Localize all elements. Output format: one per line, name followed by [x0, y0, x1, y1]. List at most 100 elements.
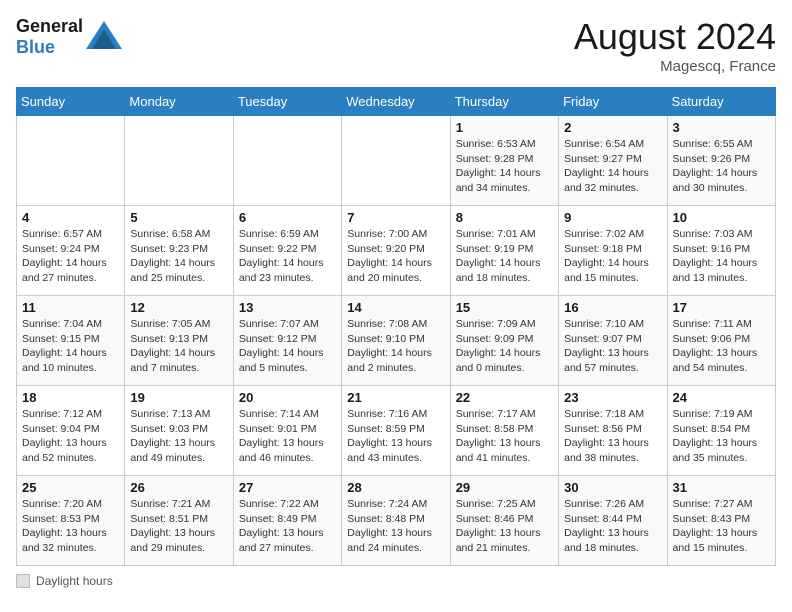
- legend-box: [16, 574, 30, 588]
- day-number: 15: [456, 300, 553, 315]
- calendar-cell: [125, 116, 233, 206]
- cell-content: Sunrise: 7:22 AM Sunset: 8:49 PM Dayligh…: [239, 497, 336, 556]
- calendar-cell: 28 Sunrise: 7:24 AM Sunset: 8:48 PM Dayli…: [342, 476, 450, 566]
- calendar-cell: 29Sunrise: 7:25 AM Sunset: 8:46 PM Dayli…: [450, 476, 558, 566]
- day-number: 13: [239, 300, 336, 315]
- cell-content: Sunrise: 7:03 AM Sunset: 9:16 PM Dayligh…: [673, 227, 770, 286]
- logo: General Blue: [16, 16, 122, 57]
- day-number: 25: [22, 480, 119, 495]
- day-number: 28: [347, 480, 444, 495]
- calendar-cell: 14Sunrise: 7:08 AM Sunset: 9:10 PM Dayli…: [342, 296, 450, 386]
- calendar-cell: 7Sunrise: 7:00 AM Sunset: 9:20 PM Daylig…: [342, 206, 450, 296]
- cell-content: Sunrise: 6:55 AM Sunset: 9:26 PM Dayligh…: [673, 137, 770, 196]
- calendar-cell: [342, 116, 450, 206]
- day-number: 11: [22, 300, 119, 315]
- calendar-header-row: SundayMondayTuesdayWednesdayThursdayFrid…: [17, 88, 776, 116]
- calendar-cell: 21 Sunrise: 7:16 AM Sunset: 8:59 PM Dayli…: [342, 386, 450, 476]
- cell-content: Sunrise: 7:04 AM Sunset: 9:15 PM Dayligh…: [22, 317, 119, 376]
- day-number: 8: [456, 210, 553, 225]
- day-number: 24: [673, 390, 770, 405]
- cell-content: Sunrise: 7:12 AM Sunset: 9:04 PM Dayligh…: [22, 407, 119, 466]
- calendar-week-row: 18 Sunrise: 7:12 AM Sunset: 9:04 PM Dayli…: [17, 386, 776, 476]
- cell-content: Sunrise: 7:05 AM Sunset: 9:13 PM Dayligh…: [130, 317, 227, 376]
- cell-content: Sunrise: 6:58 AM Sunset: 9:23 PM Dayligh…: [130, 227, 227, 286]
- day-number: 17: [673, 300, 770, 315]
- day-number: 18: [22, 390, 119, 405]
- day-number: 6: [239, 210, 336, 225]
- logo-line2: Blue: [16, 37, 83, 58]
- cell-content: Sunrise: 6:54 AM Sunset: 9:27 PM Dayligh…: [564, 137, 661, 196]
- logo-icon: [86, 21, 122, 53]
- day-number: 10: [673, 210, 770, 225]
- calendar-cell: 3 Sunrise: 6:55 AM Sunset: 9:26 PM Daylig…: [667, 116, 775, 206]
- day-number: 9: [564, 210, 661, 225]
- weekday-header: Monday: [125, 88, 233, 116]
- calendar-cell: [17, 116, 125, 206]
- day-number: 4: [22, 210, 119, 225]
- calendar-cell: 11 Sunrise: 7:04 AM Sunset: 9:15 PM Dayli…: [17, 296, 125, 386]
- cell-content: Sunrise: 7:14 AM Sunset: 9:01 PM Dayligh…: [239, 407, 336, 466]
- calendar-title: August 2024 Magescq, France: [574, 16, 776, 75]
- day-number: 3: [673, 120, 770, 135]
- weekday-header: Wednesday: [342, 88, 450, 116]
- day-number: 16: [564, 300, 661, 315]
- calendar-cell: 10 Sunrise: 7:03 AM Sunset: 9:16 PM Dayli…: [667, 206, 775, 296]
- day-number: 20: [239, 390, 336, 405]
- calendar-cell: 27 Sunrise: 7:22 AM Sunset: 8:49 PM Dayli…: [233, 476, 341, 566]
- day-number: 19: [130, 390, 227, 405]
- calendar-cell: [233, 116, 341, 206]
- cell-content: Sunrise: 7:09 AM Sunset: 9:09 PM Dayligh…: [456, 317, 553, 376]
- weekday-header: Friday: [559, 88, 667, 116]
- cell-content: Sunrise: 7:02 AM Sunset: 9:18 PM Dayligh…: [564, 227, 661, 286]
- cell-content: Sunrise: 7:24 AM Sunset: 8:48 PM Dayligh…: [347, 497, 444, 556]
- calendar-cell: 4 Sunrise: 6:57 AM Sunset: 9:24 PM Daylig…: [17, 206, 125, 296]
- cell-content: Sunrise: 7:16 AM Sunset: 8:59 PM Dayligh…: [347, 407, 444, 466]
- legend: Daylight hours: [16, 574, 776, 588]
- weekday-header: Thursday: [450, 88, 558, 116]
- cell-content: Sunrise: 6:53 AM Sunset: 9:28 PM Dayligh…: [456, 137, 553, 196]
- cell-content: Sunrise: 7:21 AM Sunset: 8:51 PM Dayligh…: [130, 497, 227, 556]
- cell-content: Sunrise: 6:57 AM Sunset: 9:24 PM Dayligh…: [22, 227, 119, 286]
- cell-content: Sunrise: 7:11 AM Sunset: 9:06 PM Dayligh…: [673, 317, 770, 376]
- calendar-cell: 17 Sunrise: 7:11 AM Sunset: 9:06 PM Dayli…: [667, 296, 775, 386]
- day-number: 31: [673, 480, 770, 495]
- location: Magescq, France: [574, 58, 776, 75]
- calendar-cell: 22Sunrise: 7:17 AM Sunset: 8:58 PM Dayli…: [450, 386, 558, 476]
- day-number: 27: [239, 480, 336, 495]
- calendar-cell: 26Sunrise: 7:21 AM Sunset: 8:51 PM Dayli…: [125, 476, 233, 566]
- cell-content: Sunrise: 6:59 AM Sunset: 9:22 PM Dayligh…: [239, 227, 336, 286]
- calendar-week-row: 4 Sunrise: 6:57 AM Sunset: 9:24 PM Daylig…: [17, 206, 776, 296]
- day-number: 23: [564, 390, 661, 405]
- logo-line1: General: [16, 16, 83, 37]
- calendar-cell: 12Sunrise: 7:05 AM Sunset: 9:13 PM Dayli…: [125, 296, 233, 386]
- calendar-week-row: 11 Sunrise: 7:04 AM Sunset: 9:15 PM Dayli…: [17, 296, 776, 386]
- day-number: 30: [564, 480, 661, 495]
- cell-content: Sunrise: 7:18 AM Sunset: 8:56 PM Dayligh…: [564, 407, 661, 466]
- weekday-header: Saturday: [667, 88, 775, 116]
- calendar-cell: 31Sunrise: 7:27 AM Sunset: 8:43 PM Dayli…: [667, 476, 775, 566]
- day-number: 29: [456, 480, 553, 495]
- day-number: 7: [347, 210, 444, 225]
- calendar-table: SundayMondayTuesdayWednesdayThursdayFrid…: [16, 87, 776, 566]
- calendar-cell: 20 Sunrise: 7:14 AM Sunset: 9:01 PM Dayli…: [233, 386, 341, 476]
- calendar-cell: 25 Sunrise: 7:20 AM Sunset: 8:53 PM Dayli…: [17, 476, 125, 566]
- calendar-cell: 23 Sunrise: 7:18 AM Sunset: 8:56 PM Dayli…: [559, 386, 667, 476]
- cell-content: Sunrise: 7:07 AM Sunset: 9:12 PM Dayligh…: [239, 317, 336, 376]
- calendar-cell: 5Sunrise: 6:58 AM Sunset: 9:23 PM Daylig…: [125, 206, 233, 296]
- month-year: August 2024: [574, 16, 776, 58]
- cell-content: Sunrise: 7:19 AM Sunset: 8:54 PM Dayligh…: [673, 407, 770, 466]
- cell-content: Sunrise: 7:20 AM Sunset: 8:53 PM Dayligh…: [22, 497, 119, 556]
- calendar-cell: 15 Sunrise: 7:09 AM Sunset: 9:09 PM Dayli…: [450, 296, 558, 386]
- cell-content: Sunrise: 7:17 AM Sunset: 8:58 PM Dayligh…: [456, 407, 553, 466]
- calendar-cell: 19Sunrise: 7:13 AM Sunset: 9:03 PM Dayli…: [125, 386, 233, 476]
- calendar-week-row: 25 Sunrise: 7:20 AM Sunset: 8:53 PM Dayli…: [17, 476, 776, 566]
- calendar-cell: 13 Sunrise: 7:07 AM Sunset: 9:12 PM Dayli…: [233, 296, 341, 386]
- calendar-cell: 1 Sunrise: 6:53 AM Sunset: 9:28 PM Daylig…: [450, 116, 558, 206]
- day-number: 1: [456, 120, 553, 135]
- cell-content: Sunrise: 7:10 AM Sunset: 9:07 PM Dayligh…: [564, 317, 661, 376]
- calendar-cell: 9 Sunrise: 7:02 AM Sunset: 9:18 PM Daylig…: [559, 206, 667, 296]
- calendar-cell: 6 Sunrise: 6:59 AM Sunset: 9:22 PM Daylig…: [233, 206, 341, 296]
- day-number: 21: [347, 390, 444, 405]
- calendar-cell: 18 Sunrise: 7:12 AM Sunset: 9:04 PM Dayli…: [17, 386, 125, 476]
- calendar-cell: 8Sunrise: 7:01 AM Sunset: 9:19 PM Daylig…: [450, 206, 558, 296]
